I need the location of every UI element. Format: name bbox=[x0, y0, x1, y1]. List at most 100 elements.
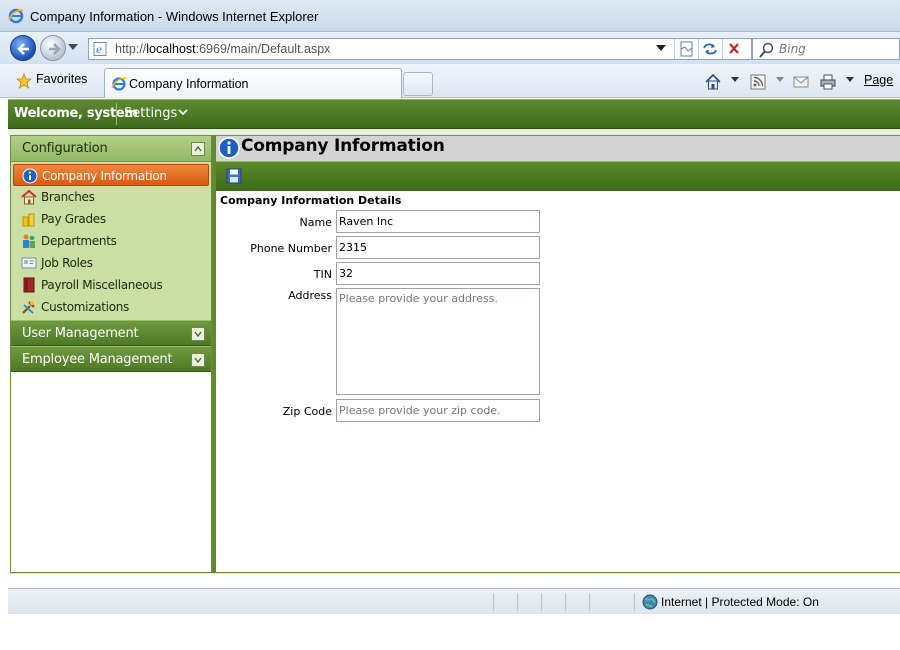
chevron-up-icon bbox=[194, 146, 202, 152]
recent-pages-dropdown-icon[interactable] bbox=[68, 44, 78, 50]
desktop-area bbox=[0, 614, 900, 650]
page-title: Company Information bbox=[241, 136, 445, 156]
sidebar-item-label: Company Information bbox=[42, 169, 167, 183]
sidebar-item-label: Job Roles bbox=[41, 256, 93, 270]
page-menu[interactable]: Page bbox=[864, 73, 893, 87]
phone-number-label: Phone Number bbox=[250, 242, 332, 255]
sidebar-item-payroll-miscellaneous[interactable]: Payroll Miscellaneous bbox=[13, 274, 209, 296]
collapse-button[interactable] bbox=[191, 142, 205, 156]
print-icon[interactable] bbox=[819, 73, 837, 91]
save-icon[interactable] bbox=[226, 168, 242, 184]
sidebar: Configuration Company Information Branch… bbox=[10, 135, 212, 573]
sidebar-item-customizations[interactable]: Customizations bbox=[13, 296, 209, 318]
sidebar-item-job-roles[interactable]: Job Roles bbox=[13, 252, 209, 274]
main-content: Company Information Company Information … bbox=[216, 135, 900, 573]
svg-text:e: e bbox=[96, 45, 102, 56]
info-icon bbox=[22, 168, 38, 184]
chevron-down-icon bbox=[194, 357, 202, 363]
home-dropdown-icon[interactable] bbox=[731, 77, 739, 82]
favorites-bar: Favorites Company Information Page bbox=[0, 64, 900, 98]
status-divider bbox=[589, 593, 590, 611]
card-icon bbox=[21, 257, 37, 269]
tin-field[interactable] bbox=[336, 262, 540, 285]
address-dropdown-icon[interactable] bbox=[656, 45, 666, 51]
ie-logo-icon bbox=[111, 77, 127, 91]
tools-icon bbox=[22, 301, 35, 314]
search-icon bbox=[759, 42, 774, 58]
window-title-bar: Company Information - Windows Internet E… bbox=[0, 0, 900, 32]
accordion-title: User Management bbox=[22, 326, 139, 341]
address-bar[interactable]: e http://localhost:6969/main/Default.asp… bbox=[88, 38, 752, 60]
close-icon bbox=[729, 43, 739, 54]
tab-label: Company Information bbox=[129, 77, 249, 91]
search-box[interactable] bbox=[752, 38, 900, 60]
zip-code-label: Zip Code bbox=[282, 405, 332, 418]
accordion-title: Employee Management bbox=[22, 352, 173, 367]
expand-button[interactable] bbox=[191, 353, 205, 367]
refresh-icon bbox=[703, 43, 717, 55]
status-divider bbox=[634, 593, 635, 611]
expand-button[interactable] bbox=[191, 327, 205, 341]
stop-button[interactable] bbox=[722, 39, 744, 59]
accordion-header-employee-management[interactable]: Employee Management bbox=[11, 346, 211, 372]
address-url[interactable]: http://localhost:6969/main/Default.aspx bbox=[115, 42, 330, 56]
refresh-button[interactable] bbox=[698, 39, 720, 59]
people-icon bbox=[23, 234, 35, 248]
name-label: Name bbox=[299, 216, 332, 229]
feeds-dropdown-icon[interactable] bbox=[776, 77, 784, 82]
sidebar-item-departments[interactable]: Departments bbox=[13, 230, 209, 252]
ie-logo-icon bbox=[8, 8, 24, 24]
book-icon bbox=[23, 277, 35, 293]
accordion-title: Configuration bbox=[22, 141, 108, 156]
mail-icon[interactable] bbox=[792, 73, 810, 91]
settings-menu[interactable]: Settings bbox=[124, 106, 177, 121]
tin-label: TIN bbox=[313, 268, 332, 281]
sidebar-item-pay-grades[interactable]: Pay Grades bbox=[13, 208, 209, 230]
favorites-button[interactable]: Favorites bbox=[10, 68, 93, 94]
globe-icon bbox=[642, 594, 658, 610]
info-icon bbox=[218, 137, 240, 159]
form-toolbar bbox=[216, 161, 900, 191]
home-icon[interactable] bbox=[704, 73, 722, 91]
app-header: Welcome, system Settings bbox=[8, 99, 900, 129]
configuration-panel: Company Information Branches Pay Grades … bbox=[11, 162, 211, 320]
sidebar-item-label: Customizations bbox=[41, 300, 129, 314]
accordion-header-user-management[interactable]: User Management bbox=[11, 320, 211, 346]
coins-icon bbox=[22, 213, 35, 227]
search-input[interactable] bbox=[779, 41, 897, 57]
house-icon bbox=[21, 189, 37, 205]
tab-company-information[interactable]: Company Information bbox=[104, 68, 402, 98]
sidebar-item-label: Branches bbox=[41, 190, 95, 204]
back-button[interactable] bbox=[10, 35, 36, 61]
window-title: Company Information - Windows Internet E… bbox=[30, 9, 319, 24]
section-heading: Company Information Details bbox=[220, 194, 402, 207]
welcome-text: Welcome, system bbox=[14, 106, 138, 121]
accordion-header-configuration[interactable]: Configuration bbox=[11, 136, 211, 162]
compatibility-view-button[interactable] bbox=[674, 39, 696, 59]
content-title-bar: Company Information bbox=[216, 136, 900, 161]
page-bottom-area bbox=[8, 573, 900, 588]
arrow-right-icon bbox=[49, 43, 61, 55]
print-dropdown-icon[interactable] bbox=[846, 77, 854, 82]
sidebar-item-company-information[interactable]: Company Information bbox=[13, 164, 209, 186]
sidebar-item-label: Pay Grades bbox=[41, 212, 106, 226]
sidebar-item-label: Payroll Miscellaneous bbox=[41, 278, 163, 292]
chevron-down-icon bbox=[194, 331, 202, 337]
address-field[interactable] bbox=[336, 288, 540, 395]
name-field[interactable] bbox=[336, 210, 540, 233]
page-icon: e bbox=[93, 42, 107, 56]
status-divider bbox=[493, 593, 494, 611]
forward-button[interactable] bbox=[40, 35, 66, 61]
zip-code-field[interactable] bbox=[336, 399, 540, 422]
status-divider bbox=[565, 593, 566, 611]
status-bar: Internet | Protected Mode: On bbox=[8, 588, 900, 614]
chevron-down-icon[interactable] bbox=[178, 109, 188, 116]
security-zone-text[interactable]: Internet | Protected Mode: On bbox=[661, 595, 819, 609]
feeds-icon[interactable] bbox=[749, 73, 767, 91]
status-divider bbox=[541, 593, 542, 611]
sidebar-item-branches[interactable]: Branches bbox=[13, 186, 209, 208]
phone-number-field[interactable] bbox=[336, 236, 540, 259]
star-icon bbox=[16, 73, 32, 89]
new-tab-button[interactable] bbox=[403, 72, 433, 96]
favorites-label: Favorites bbox=[36, 72, 88, 86]
